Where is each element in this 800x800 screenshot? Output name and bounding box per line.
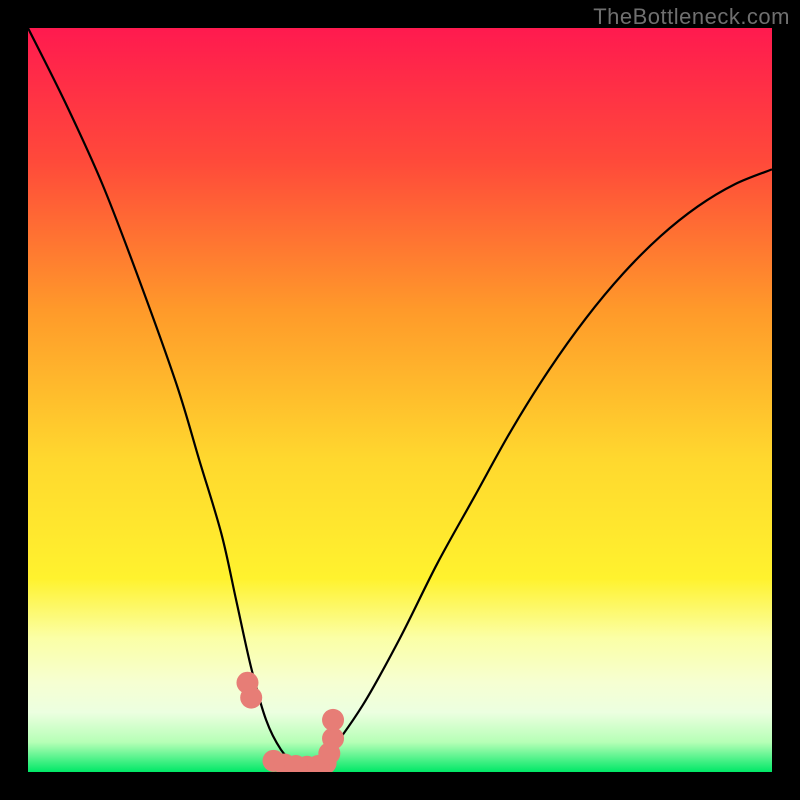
highlight-point — [240, 687, 262, 709]
plot-area — [28, 28, 772, 772]
highlight-point — [322, 709, 344, 731]
watermark-text: TheBottleneck.com — [593, 4, 790, 30]
chart-svg — [28, 28, 772, 772]
gradient-bg — [28, 28, 772, 772]
chart-frame: TheBottleneck.com — [0, 0, 800, 800]
